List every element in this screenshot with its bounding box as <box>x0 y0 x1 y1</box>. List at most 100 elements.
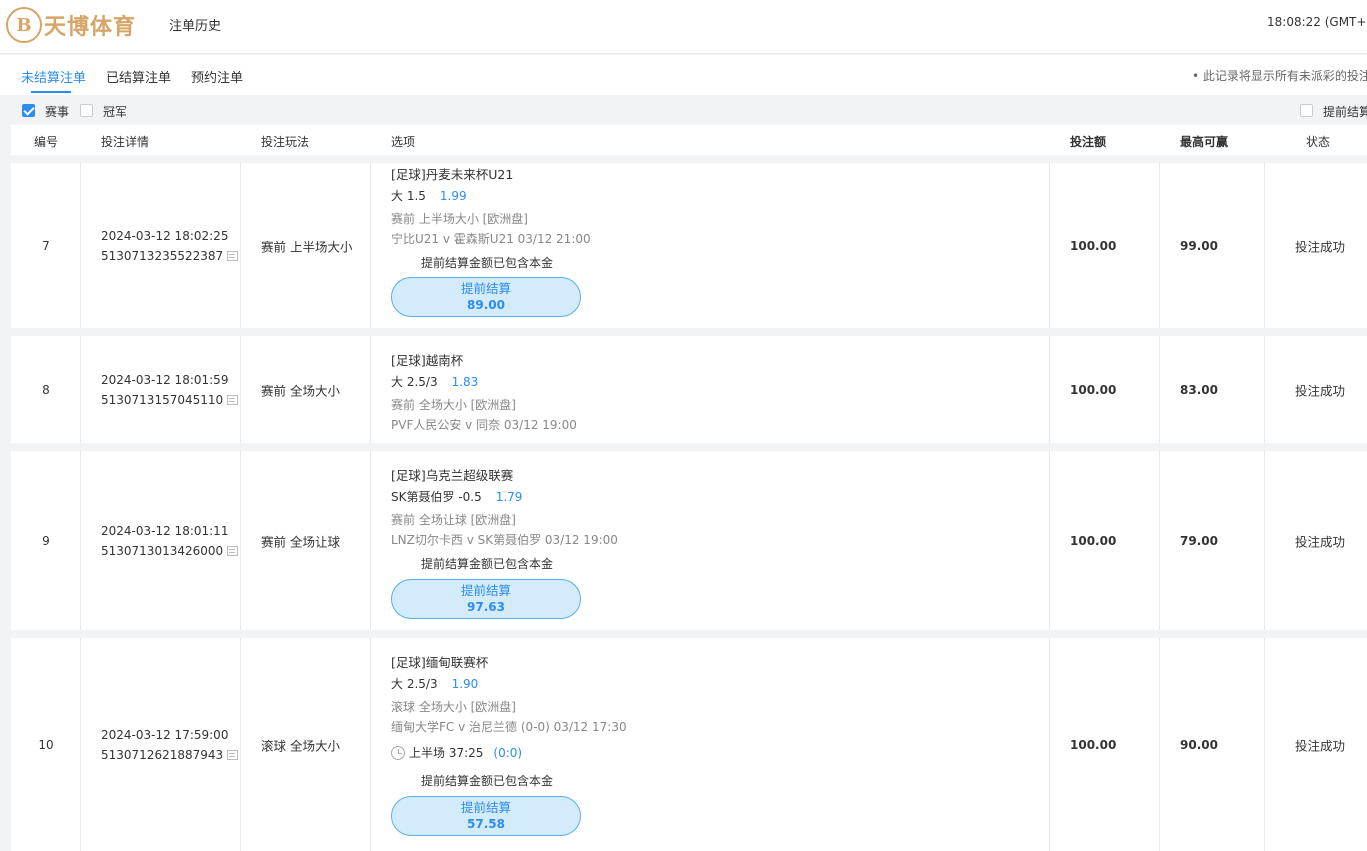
live-score: (0:0) <box>493 745 523 760</box>
tab-bar: 未结算注单 已结算注单 预约注单 • 此记录将显示所有未派彩的投注 <box>0 55 1367 95</box>
bet-play: 滚球 全场大小 <box>261 738 340 753</box>
bet-pick: 大 2.5/3 1.90 <box>391 677 479 691</box>
bet-odds: 1.79 <box>495 490 523 504</box>
bet-play: 赛前 全场让球 <box>261 534 340 549</box>
cashout-button[interactable]: 提前结算 97.63 <box>391 579 581 619</box>
filter-bar: 赛事 冠军 提前结算 <box>0 95 1367 125</box>
bet-amount: 100.00 <box>1070 737 1117 752</box>
tab-unsettled[interactable]: 未结算注单 <box>21 67 86 86</box>
col-play: 投注玩法 <box>261 135 310 149</box>
bet-amount: 100.00 <box>1070 382 1117 397</box>
bet-status: 投注成功 <box>1295 534 1346 549</box>
table-row: 8 2024-03-12 18:01:59 5130713157045110 赛… <box>11 336 1367 443</box>
cashout-filter-label: 提前结算 <box>1323 105 1367 119</box>
match-info: PVF人民公安 v 同奈 03/12 19:00 <box>391 418 577 432</box>
bet-detail: 2024-03-12 18:02:25 5130713235522387 <box>101 226 239 266</box>
col-max-win: 最高可赢 <box>1180 135 1229 149</box>
col-amount: 投注额 <box>1070 135 1107 149</box>
match-checkbox[interactable] <box>22 104 35 117</box>
bet-pick: 大 2.5/3 1.83 <box>391 375 479 389</box>
bet-detail: 2024-03-12 18:01:59 5130713157045110 <box>101 370 239 410</box>
tab-settled[interactable]: 已结算注单 <box>106 67 171 86</box>
copy-icon[interactable] <box>227 749 239 760</box>
bet-id: 5130713157045110 <box>101 392 224 407</box>
bet-odds: 1.99 <box>439 189 467 203</box>
cashout-note: 提前结算金额已包含本金 <box>421 557 554 571</box>
notice-text: • 此记录将显示所有未派彩的投注 <box>1192 69 1367 83</box>
copy-icon[interactable] <box>227 545 239 556</box>
bet-pick: SK第聂伯罗 -0.5 1.79 <box>391 490 523 504</box>
match-info: LNZ切尔卡西 v SK第聂伯罗 03/12 19:00 <box>391 533 618 547</box>
league-name: [足球]丹麦未来杯U21 <box>391 167 514 182</box>
bet-time: 2024-03-12 18:01:59 <box>101 372 229 387</box>
match-checkbox-label: 赛事 <box>45 105 70 119</box>
bet-status: 投注成功 <box>1295 383 1346 398</box>
market-info: 滚球 全场大小 [欧洲盘] <box>391 700 516 714</box>
match-info: 缅甸大学FC v 治尼兰德 (0-0) 03/12 17:30 <box>391 720 627 734</box>
match-info: 宁比U21 v 霍森斯U21 03/12 21:00 <box>391 232 591 246</box>
cashout-note: 提前结算金额已包含本金 <box>421 774 554 788</box>
cashout-label: 提前结算 <box>460 800 511 815</box>
row-no: 8 <box>42 382 50 397</box>
max-win: 90.00 <box>1180 737 1218 752</box>
bet-id: 5130713235522387 <box>101 248 224 263</box>
cashout-filter-checkbox[interactable] <box>1300 104 1313 117</box>
clock-icon <box>391 745 405 760</box>
bet-play: 赛前 全场大小 <box>261 383 340 398</box>
cashout-label: 提前结算 <box>460 281 511 296</box>
cashout-note: 提前结算金额已包含本金 <box>421 256 554 270</box>
bet-time: 2024-03-12 18:02:25 <box>101 228 229 243</box>
logo[interactable]: B 天博体育 <box>6 6 136 44</box>
live-status: 上半场 37:25 (0:0) <box>391 744 522 761</box>
row-no: 9 <box>42 533 50 548</box>
bet-detail: 2024-03-12 17:59:00 5130712621887943 <box>101 725 239 765</box>
copy-icon[interactable] <box>227 394 239 405</box>
bet-play: 赛前 上半场大小 <box>261 239 353 254</box>
bet-amount: 100.00 <box>1070 238 1117 253</box>
clock: 18:08:22 (GMT+8) <box>1267 15 1367 29</box>
live-period: 上半场 37:25 <box>409 746 484 760</box>
active-tab-indicator <box>31 91 71 93</box>
page-title: 注单历史 <box>169 19 222 34</box>
bet-status: 投注成功 <box>1295 738 1346 753</box>
logo-mark: B <box>6 7 42 43</box>
bet-status: 投注成功 <box>1295 239 1346 254</box>
tab-reserved[interactable]: 预约注单 <box>191 67 243 86</box>
row-no: 7 <box>42 238 50 253</box>
max-win: 83.00 <box>1180 382 1218 397</box>
champion-checkbox[interactable] <box>80 104 93 117</box>
league-name: [足球]越南杯 <box>391 353 464 368</box>
market-info: 赛前 全场让球 [欧洲盘] <box>391 513 516 527</box>
table-row: 10 2024-03-12 17:59:00 5130712621887943 … <box>11 638 1367 851</box>
market-info: 赛前 全场大小 [欧洲盘] <box>391 398 516 412</box>
bet-time: 2024-03-12 17:59:00 <box>101 727 229 742</box>
bet-pick: 大 1.5 1.99 <box>391 189 467 203</box>
max-win: 79.00 <box>1180 533 1218 548</box>
col-no: 编号 <box>34 135 59 149</box>
row-no: 10 <box>38 737 54 752</box>
bet-odds: 1.90 <box>451 677 479 691</box>
bet-detail: 2024-03-12 18:01:11 5130713013426000 <box>101 521 239 561</box>
bet-id: 5130712621887943 <box>101 747 224 762</box>
cashout-value: 57.58 <box>467 817 505 831</box>
top-header: B 天博体育 注单历史 18:08:22 (GMT+8) <box>0 0 1367 54</box>
champion-checkbox-label: 冠军 <box>103 105 128 119</box>
copy-icon[interactable] <box>227 250 239 261</box>
cashout-button[interactable]: 提前结算 89.00 <box>391 277 581 317</box>
logo-text: 天博体育 <box>44 15 137 40</box>
bet-time: 2024-03-12 18:01:11 <box>101 523 229 538</box>
table-row: 7 2024-03-12 18:02:25 5130713235522387 赛… <box>11 163 1367 328</box>
league-name: [足球]乌克兰超级联赛 <box>391 468 514 483</box>
table-row: 9 2024-03-12 18:01:11 5130713013426000 赛… <box>11 451 1367 630</box>
cashout-label: 提前结算 <box>460 583 511 598</box>
col-selection: 选项 <box>391 135 416 149</box>
cashout-button[interactable]: 提前结算 57.58 <box>391 796 581 836</box>
max-win: 99.00 <box>1180 238 1218 253</box>
bet-odds: 1.83 <box>451 375 479 389</box>
col-status: 状态 <box>1306 135 1331 149</box>
market-info: 赛前 上半场大小 [欧洲盘] <box>391 212 528 226</box>
league-name: [足球]缅甸联赛杯 <box>391 655 489 670</box>
bet-id: 5130713013426000 <box>101 543 224 558</box>
col-detail: 投注详情 <box>101 135 150 149</box>
bet-amount: 100.00 <box>1070 533 1117 548</box>
